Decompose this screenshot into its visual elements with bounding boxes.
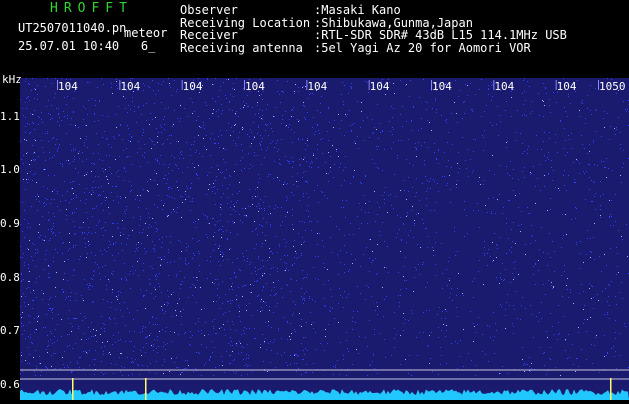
time-label: 104 [494,80,514,93]
y-tick-label: 0.8 [0,270,20,284]
time-label: 104 [58,80,78,93]
info-row-antenna: Receiving antenna :5el Yagi Az 20 for Aom… [180,40,567,55]
info-value: :Masaki Kano [314,3,401,17]
time-tick [493,80,495,90]
spectrogram-plot: 104 104 104 104 104 104 104 104 104 1050 [20,78,629,400]
info-row-receiver: Receiver :RTL-SDR SDR# 43dB L15 114.1MHz … [180,29,567,42]
info-value: :5el Yagi Az 20 for Aomori VOR [314,40,531,55]
spectrogram-svg: 104 104 104 104 104 104 104 104 104 1050 [20,78,629,400]
marker-line [145,378,147,400]
time-tick [119,80,121,90]
header: HROFFT UT2507011040.pn meteor 25.07.01 1… [0,0,629,76]
frequency-axis: 1.1 1.0 0.9 0.8 0.7 0.6 [0,78,20,400]
time-tick [431,80,432,90]
time-label: 1050 [599,80,626,93]
datetime: 25.07.01 10:40 6_ [18,39,155,53]
marker-line [610,378,612,400]
spectrogram-background [20,78,629,400]
time: 10:40 [83,39,120,53]
info-key: Receiving antenna [180,40,303,55]
info-row-observer: Observer :Masaki Kano [180,4,567,17]
date: 25.07.01 [18,39,76,53]
info-key: Receiver [180,28,238,42]
time-label: 104 [120,80,140,93]
count-value: 6_ [140,39,156,53]
meteor-tag: meteor [124,26,168,40]
time-label: 104 [307,80,327,93]
time-label: 104 [245,80,265,93]
info-key: Observer [180,3,238,17]
y-tick-label: 0.9 [0,216,20,230]
time-label: 104 [183,80,203,93]
y-tick-label: 1.0 [0,163,20,177]
time-label: 104 [557,80,577,93]
time-label: 104 [370,80,390,93]
file-name: UT2507011040.pn [18,21,127,35]
time-tick [181,80,183,90]
y-tick-label: 0.7 [0,324,20,338]
y-tick-label: 1.1 [0,109,20,123]
station-info: Observer:Masaki Kano Receiving Location:… [180,4,567,54]
brand-title: HROFFT [50,1,133,16]
y-tick-label: 0.6 [0,377,20,391]
time-tick [368,80,370,90]
time-tick [244,80,245,90]
time-tick [598,80,599,90]
marker-line [72,378,74,400]
time-label: 104 [432,80,452,93]
info-value: :RTL-SDR SDR# 43dB L15 114.1MHz USB [314,28,567,42]
time-tick [57,80,58,90]
time-tick [555,80,557,90]
time-tick [306,80,308,90]
